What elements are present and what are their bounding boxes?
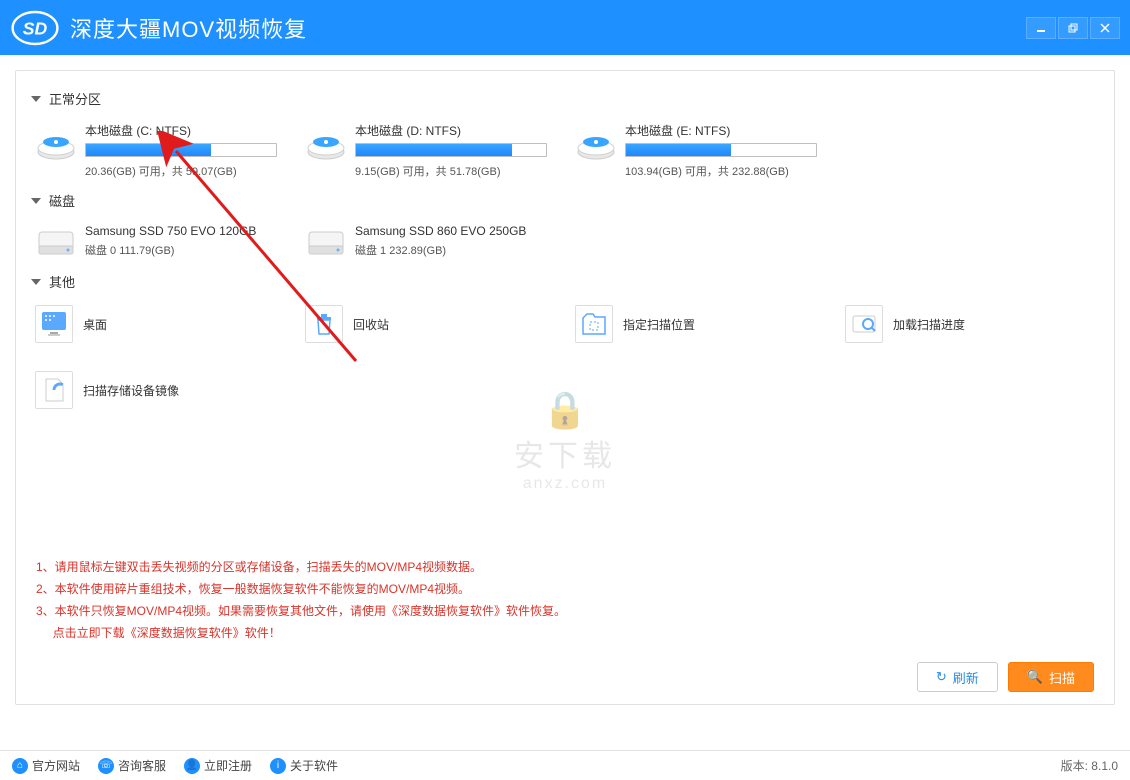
home-icon: ⌂	[12, 758, 28, 774]
other-label: 扫描存储设备镜像	[83, 382, 179, 399]
tip-line: 点击立即下载《深度数据恢复软件》软件！	[36, 622, 566, 644]
info-icon: i	[270, 758, 286, 774]
section-other-header[interactable]: 其他	[31, 272, 1099, 291]
refresh-button[interactable]: ↻ 刷新	[917, 662, 998, 692]
setloc-icon	[575, 305, 613, 343]
minimize-button[interactable]	[1026, 17, 1056, 39]
refresh-icon: ↻	[936, 669, 947, 685]
other-label: 加载扫描进度	[893, 316, 965, 333]
footer-about-link[interactable]: i 关于软件	[270, 757, 338, 774]
button-label: 刷新	[953, 668, 979, 687]
section-disks-header[interactable]: 磁盘	[31, 191, 1099, 210]
drive-name: 本地磁盘 (E: NTFS)	[625, 122, 817, 139]
scanimg-icon	[35, 371, 73, 409]
svg-text:SD: SD	[23, 18, 48, 38]
footer-website-link[interactable]: ⌂ 官方网站	[12, 757, 80, 774]
search-icon: 🔍	[1027, 669, 1043, 685]
disk-drive-icon	[305, 122, 347, 164]
footer-label: 官方网站	[32, 757, 80, 774]
user-icon: 👤	[184, 758, 200, 774]
disk-stats: 磁盘 1 232.89(GB)	[355, 242, 526, 258]
drive-stats: 103.94(GB) 可用，共 232.88(GB)	[625, 163, 817, 179]
other-loadprog[interactable]: 加载扫描进度	[841, 301, 1091, 347]
section-label: 正常分区	[49, 89, 101, 108]
loadprog-icon	[845, 305, 883, 343]
drive-stats: 20.36(GB) 可用，共 59.07(GB)	[85, 163, 277, 179]
other-recycle[interactable]: 回收站	[301, 301, 551, 347]
chevron-down-icon	[31, 279, 41, 285]
hdd-icon	[35, 224, 77, 260]
disk-name: Samsung SSD 860 EVO 250GB	[355, 224, 526, 238]
section-label: 其他	[49, 272, 75, 291]
app-logo-icon: SD	[10, 8, 60, 48]
action-buttons: ↻ 刷新 🔍 扫描	[917, 662, 1094, 692]
other-row: 桌面 回收站 指定扫描位置 加载扫描进度扫描存储设备镜像	[31, 301, 1099, 413]
physical-disk[interactable]: Samsung SSD 750 EVO 120GB 磁盘 0 111.79(GB)	[31, 220, 281, 264]
app-title: 深度大疆MOV视频恢复	[70, 12, 307, 44]
tip-line: 3、本软件只恢复MOV/MP4视频。如果需要恢复其他文件，请使用《深度数据恢复软…	[36, 600, 566, 622]
footer-label: 咨询客服	[118, 757, 166, 774]
download-link[interactable]: 《深度数据恢复软件》	[125, 626, 245, 640]
chevron-down-icon	[31, 96, 41, 102]
window-controls	[1026, 17, 1120, 39]
disks-row: Samsung SSD 750 EVO 120GB 磁盘 0 111.79(GB)…	[31, 220, 1099, 264]
version-label: 版本: 8.1.0	[1061, 757, 1118, 774]
headset-icon: ☏	[98, 758, 114, 774]
scan-button[interactable]: 🔍 扫描	[1008, 662, 1094, 692]
desktop-icon	[35, 305, 73, 343]
main-area: 正常分区 本地磁盘 (C: NTFS) 20.36(GB) 可用，共 59.07(…	[0, 55, 1130, 705]
other-setloc[interactable]: 指定扫描位置	[571, 301, 821, 347]
tips-block: 1、请用鼠标左键双击丢失视频的分区或存储设备，扫描丢失的MOV/MP4视频数据。…	[36, 556, 566, 644]
button-label: 扫描	[1049, 668, 1075, 687]
recycle-icon	[305, 305, 343, 343]
disk-name: Samsung SSD 750 EVO 120GB	[85, 224, 256, 238]
other-label: 指定扫描位置	[623, 316, 695, 333]
hdd-icon	[305, 224, 347, 260]
drive-stats: 9.15(GB) 可用，共 51.78(GB)	[355, 163, 547, 179]
disk-stats: 磁盘 0 111.79(GB)	[85, 242, 256, 258]
footer-register-link[interactable]: 👤 立即注册	[184, 757, 252, 774]
section-label: 磁盘	[49, 191, 75, 210]
tip-line: 2、本软件使用碎片重组技术，恢复一般数据恢复软件不能恢复的MOV/MP4视频。	[36, 578, 566, 600]
usage-bar	[85, 143, 277, 157]
partition-drive[interactable]: 本地磁盘 (D: NTFS) 9.15(GB) 可用，共 51.78(GB)	[301, 118, 551, 183]
partition-drive[interactable]: 本地磁盘 (E: NTFS) 103.94(GB) 可用，共 232.88(GB)	[571, 118, 821, 183]
disk-drive-icon	[35, 122, 77, 164]
drive-name: 本地磁盘 (D: NTFS)	[355, 122, 547, 139]
title-bar: SD 深度大疆MOV视频恢复	[0, 0, 1130, 55]
footer-label: 关于软件	[290, 757, 338, 774]
watermark-text: 安下载	[514, 431, 616, 475]
chevron-down-icon	[31, 198, 41, 204]
close-button[interactable]	[1090, 17, 1120, 39]
footer-bar: ⌂ 官方网站 ☏ 咨询客服 👤 立即注册 i 关于软件 版本: 8.1.0	[0, 750, 1130, 780]
drive-name: 本地磁盘 (C: NTFS)	[85, 122, 277, 139]
usage-bar	[355, 143, 547, 157]
watermark-url: anxz.com	[514, 475, 616, 493]
other-label: 回收站	[353, 316, 389, 333]
partition-drive[interactable]: 本地磁盘 (C: NTFS) 20.36(GB) 可用，共 59.07(GB)	[31, 118, 281, 183]
usage-bar	[625, 143, 817, 157]
content-panel: 正常分区 本地磁盘 (C: NTFS) 20.36(GB) 可用，共 59.07(…	[15, 70, 1115, 705]
footer-service-link[interactable]: ☏ 咨询客服	[98, 757, 166, 774]
disk-drive-icon	[575, 122, 617, 164]
other-scanimg[interactable]: 扫描存储设备镜像	[31, 367, 281, 413]
tip-line: 1、请用鼠标左键双击丢失视频的分区或存储设备，扫描丢失的MOV/MP4视频数据。	[36, 556, 566, 578]
physical-disk[interactable]: Samsung SSD 860 EVO 250GB 磁盘 1 232.89(GB)	[301, 220, 551, 264]
section-partitions-header[interactable]: 正常分区	[31, 89, 1099, 108]
other-desktop[interactable]: 桌面	[31, 301, 281, 347]
other-label: 桌面	[83, 316, 107, 333]
maximize-button[interactable]	[1058, 17, 1088, 39]
footer-label: 立即注册	[204, 757, 252, 774]
partitions-row: 本地磁盘 (C: NTFS)20.36(GB) 可用，共 59.07(GB)本地…	[31, 118, 1099, 183]
